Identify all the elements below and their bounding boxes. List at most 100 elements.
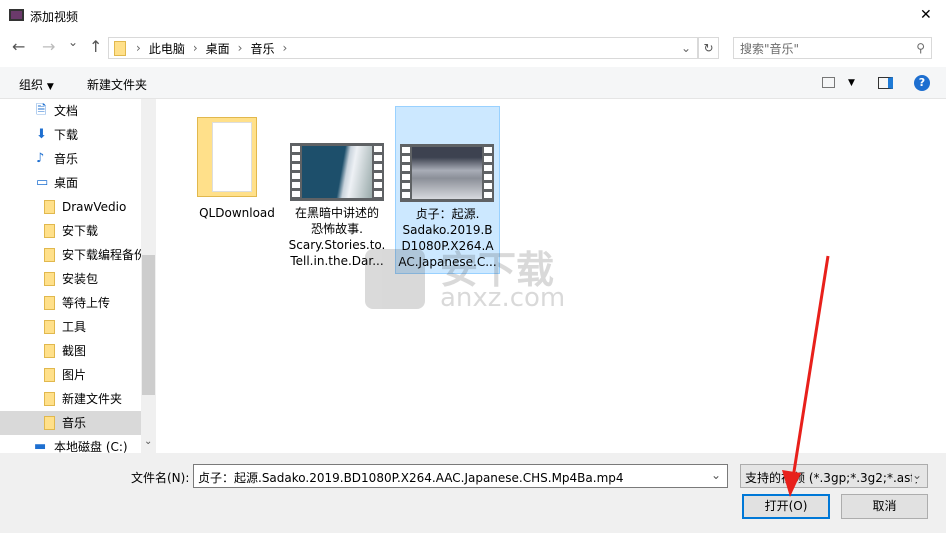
watermark-domain: anxz.com	[440, 283, 566, 313]
breadcrumb-desktop[interactable]: 桌面	[206, 40, 230, 57]
caret-down-icon[interactable]: ▼	[848, 78, 855, 88]
folder-icon	[44, 224, 55, 238]
video-thumbnail	[400, 144, 494, 202]
open-button[interactable]: 打开(O)	[742, 494, 830, 519]
film-app-icon	[9, 9, 24, 21]
scrollbar-thumb[interactable]	[142, 255, 155, 395]
folder-icon	[197, 117, 257, 197]
search-icon: ⚲	[916, 41, 925, 55]
sidebar-item[interactable]: 工具	[0, 315, 141, 339]
title-bar: 添加视频 ✕	[0, 0, 946, 32]
file-name-line: 恐怖故事.	[311, 222, 363, 236]
drive-icon: ▬	[34, 439, 47, 453]
recent-locations-button[interactable]: ⌄	[68, 35, 78, 49]
filename-label: 文件名(N):	[131, 471, 190, 485]
sidebar-item[interactable]: 安下载	[0, 219, 141, 243]
sidebar-item[interactable]: ▬ 本地磁盘 (C:)	[0, 435, 141, 453]
help-icon[interactable]: ?	[914, 75, 930, 91]
folder-icon	[44, 272, 55, 286]
file-name-line: 贞子：起源.	[415, 207, 480, 221]
toolbar: 组织 ▼ 新建文件夹 ▼ ?	[0, 67, 946, 99]
video-thumbnail	[290, 143, 384, 201]
sidebar-item-label: 桌面	[54, 176, 79, 190]
folder-icon	[44, 368, 55, 382]
chevron-down-icon[interactable]: ⌄	[711, 468, 721, 482]
back-button[interactable]: ←	[12, 37, 25, 56]
scroll-down-icon[interactable]: ⌄	[144, 436, 152, 447]
folder-icon	[44, 344, 55, 358]
sidebar-item-label: 音乐	[54, 152, 79, 166]
search-placeholder: 搜索"音乐"	[740, 41, 800, 56]
file-type-select[interactable]: 支持的视频 (*.3gp;*.3g2;*.asf; ⌄	[740, 464, 928, 488]
folder-icon	[44, 296, 55, 310]
organize-button[interactable]: 组织 ▼	[19, 76, 54, 93]
view-options-icon[interactable]	[822, 77, 835, 88]
bottom-panel: 文件名(N): 贞子：起源.Sadako.2019.BD1080P.X264.A…	[0, 453, 946, 533]
address-bar[interactable]: › 此电脑 › 桌面 › 音乐 › ⌄	[108, 37, 698, 59]
sidebar-item[interactable]: 等待上传	[0, 291, 141, 315]
file-item-folder[interactable]: QLDownload	[185, 109, 289, 220]
sidebar-item[interactable]: 🗎 文档	[0, 99, 141, 123]
search-input[interactable]: 搜索"音乐" ⚲	[733, 37, 932, 59]
chevron-right-icon: ›	[282, 41, 288, 55]
preview-pane-icon[interactable]	[878, 77, 893, 89]
folder-icon	[44, 392, 55, 406]
document-icon: 🗎	[36, 103, 47, 118]
sidebar-item-label: 新建文件夹	[62, 392, 123, 406]
file-name-line: Sadako.2019.B	[402, 223, 493, 237]
organize-label: 组织	[19, 78, 44, 92]
chevron-right-icon: ›	[237, 41, 243, 55]
caret-down-icon: ▼	[46, 82, 54, 92]
sidebar-item-label: 文档	[54, 104, 79, 118]
sidebar-item[interactable]: 安下载编程备份	[0, 243, 146, 267]
sidebar-item-label: 下载	[54, 128, 79, 142]
sidebar-item-label: 截图	[62, 344, 87, 358]
breadcrumb-music[interactable]: 音乐	[250, 40, 274, 57]
sidebar-item[interactable]: DrawVedio	[0, 195, 141, 219]
music-icon: ♪	[36, 151, 45, 166]
window-title: 添加视频	[30, 10, 79, 24]
navigation-pane: 🗎 文档 ⬇ 下载 ♪ 音乐 ▭ 桌面 DrawVedio 安下载安下载编程备份安装包等待上传工具…	[0, 99, 157, 453]
folder-icon	[114, 40, 126, 56]
sidebar-item[interactable]: ⬇ 下载	[0, 123, 141, 147]
sidebar-item-label: 安装包	[62, 272, 99, 286]
chevron-right-icon: ›	[192, 41, 198, 55]
sidebar-item-label: 安下载	[62, 224, 99, 238]
sidebar-item[interactable]: 音乐	[0, 411, 141, 435]
folder-icon	[44, 416, 55, 430]
refresh-icon: ↻	[703, 41, 714, 55]
sidebar-item[interactable]: 图片	[0, 363, 141, 387]
download-icon: ⬇	[36, 127, 47, 142]
file-name-line: 在黑暗中讲述的	[294, 206, 379, 220]
sidebar-item-label: 工具	[62, 320, 87, 334]
filename-input[interactable]: 贞子：起源.Sadako.2019.BD1080P.X264.AAC.Japan…	[193, 464, 728, 488]
cancel-button[interactable]: 取消	[841, 494, 928, 519]
new-folder-button[interactable]: 新建文件夹	[87, 76, 147, 93]
forward-button[interactable]: →	[42, 37, 55, 56]
file-list: QLDownload 在黑暗中讲述的 恐怖故事. Scary.Stories.t…	[160, 99, 946, 453]
sidebar-item[interactable]: ▭ 桌面	[0, 171, 141, 195]
folder-icon	[44, 320, 55, 334]
up-button[interactable]: ↑	[89, 37, 102, 56]
refresh-button[interactable]: ↻	[698, 37, 719, 59]
desktop-icon: ▭	[36, 175, 49, 190]
sidebar-item[interactable]: 安装包	[0, 267, 141, 291]
breadcrumb-this-pc[interactable]: 此电脑	[149, 40, 185, 57]
sidebar-item[interactable]: 截图	[0, 339, 141, 363]
folder-icon	[44, 248, 55, 262]
filename-value: 贞子：起源.Sadako.2019.BD1080P.X264.AAC.Japan…	[198, 471, 624, 485]
file-type-value: 支持的视频 (*.3gp;*.3g2;*.asf;	[745, 471, 919, 485]
close-button[interactable]: ✕	[920, 7, 932, 23]
chevron-down-icon[interactable]: ⌄	[681, 41, 691, 55]
file-name: QLDownload	[199, 206, 275, 220]
sidebar-item-label: 等待上传	[62, 296, 111, 310]
sidebar-item-label: 图片	[62, 368, 87, 382]
folder-icon	[44, 200, 55, 214]
sidebar-item-label: 音乐	[62, 416, 87, 430]
sidebar-item[interactable]: ♪ 音乐	[0, 147, 141, 171]
chevron-down-icon: ⌄	[911, 468, 922, 482]
sidebar-item-label: 本地磁盘 (C:)	[54, 440, 128, 453]
sidebar-item-label: DrawVedio	[62, 200, 127, 214]
sidebar-item[interactable]: 新建文件夹	[0, 387, 141, 411]
chevron-right-icon: ›	[136, 41, 141, 55]
